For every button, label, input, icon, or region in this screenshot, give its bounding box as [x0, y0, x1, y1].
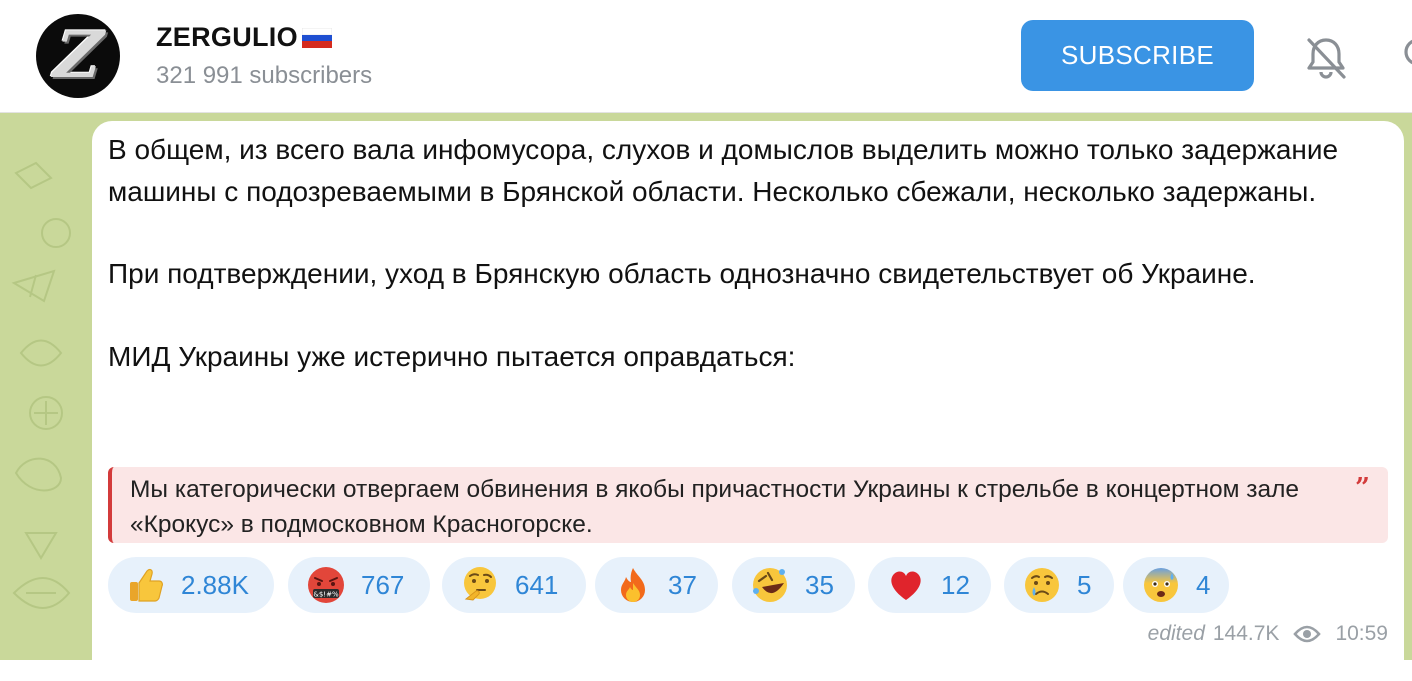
- message-paragraph: МИД Украины уже истерично пытается оправ…: [108, 340, 796, 372]
- crying-face-icon: [1025, 568, 1059, 602]
- russia-flag-icon: [301, 27, 332, 48]
- channel-avatar[interactable]: Z: [36, 14, 120, 98]
- channel-name: ZERGULIO: [156, 22, 298, 52]
- reaction-heart[interactable]: 12: [868, 557, 991, 613]
- reaction-count: 641: [515, 569, 559, 600]
- views-eye-icon: [1293, 625, 1322, 643]
- edited-label: edited: [1147, 622, 1205, 645]
- reaction-fire[interactable]: 37: [595, 557, 718, 613]
- quote-mark-icon: ”: [1355, 473, 1370, 503]
- channel-title[interactable]: ZERGULIO: [156, 22, 332, 53]
- reaction-thinking[interactable]: 641: [442, 557, 586, 613]
- view-count: 144.7K: [1212, 622, 1280, 645]
- thumbs-up-icon: [130, 568, 163, 602]
- reaction-count: 767: [361, 569, 405, 600]
- reaction-thumbs-up[interactable]: 2.88K: [108, 557, 274, 613]
- quote-text: Мы категорически отвергаем обвинения в я…: [130, 476, 1300, 538]
- face-with-symbols-on-mouth-icon: &$!#%: [308, 567, 344, 603]
- subscribe-button[interactable]: SUBSCRIBE: [1021, 20, 1254, 91]
- thinking-face-icon: [464, 567, 496, 601]
- message-paragraph: В общем, из всего вала инфомусора, слухо…: [108, 134, 1339, 207]
- red-heart-icon: [891, 571, 921, 600]
- reaction-count: 2.88K: [181, 569, 249, 600]
- reaction-count: 5: [1077, 569, 1092, 600]
- channel-header: Z ZERGULIO 321 991 subscribers SUBSCRIBE: [0, 0, 1412, 113]
- reaction-crying[interactable]: 5: [1004, 557, 1114, 613]
- message-meta: edited 144.7K 10:59: [1148, 620, 1388, 648]
- bell-off-icon[interactable]: [1300, 32, 1352, 84]
- message-time: 10:59: [1335, 622, 1388, 645]
- search-icon[interactable]: [1396, 34, 1412, 80]
- reaction-count: 37: [668, 569, 697, 600]
- rolling-on-floor-laughing-icon: [753, 568, 787, 602]
- doodle-pattern-icon: [11, 161, 71, 609]
- message-paragraph: При подтверждении, уход в Брянскую облас…: [108, 258, 1256, 289]
- fire-icon: [621, 568, 645, 602]
- reaction-count: 4: [1196, 569, 1211, 600]
- reaction-anxious[interactable]: 4: [1123, 557, 1229, 613]
- blockquote: Мы категорически отвергаем обвинения в я…: [108, 467, 1388, 543]
- subscriber-count: 321 991 subscribers: [156, 62, 373, 89]
- reaction-rofl[interactable]: 35: [732, 557, 855, 613]
- anxious-face-with-sweat-icon: [1144, 568, 1178, 602]
- reaction-count: 35: [805, 569, 834, 600]
- reaction-count: 12: [941, 569, 970, 600]
- avatar-letter: Z: [50, 18, 106, 93]
- svg-text:&$!#%: &$!#%: [313, 591, 339, 599]
- message-text: В общем, из всего вала инфомусора, слухо…: [108, 129, 1378, 377]
- reaction-swearing[interactable]: &$!#% 767: [288, 557, 430, 613]
